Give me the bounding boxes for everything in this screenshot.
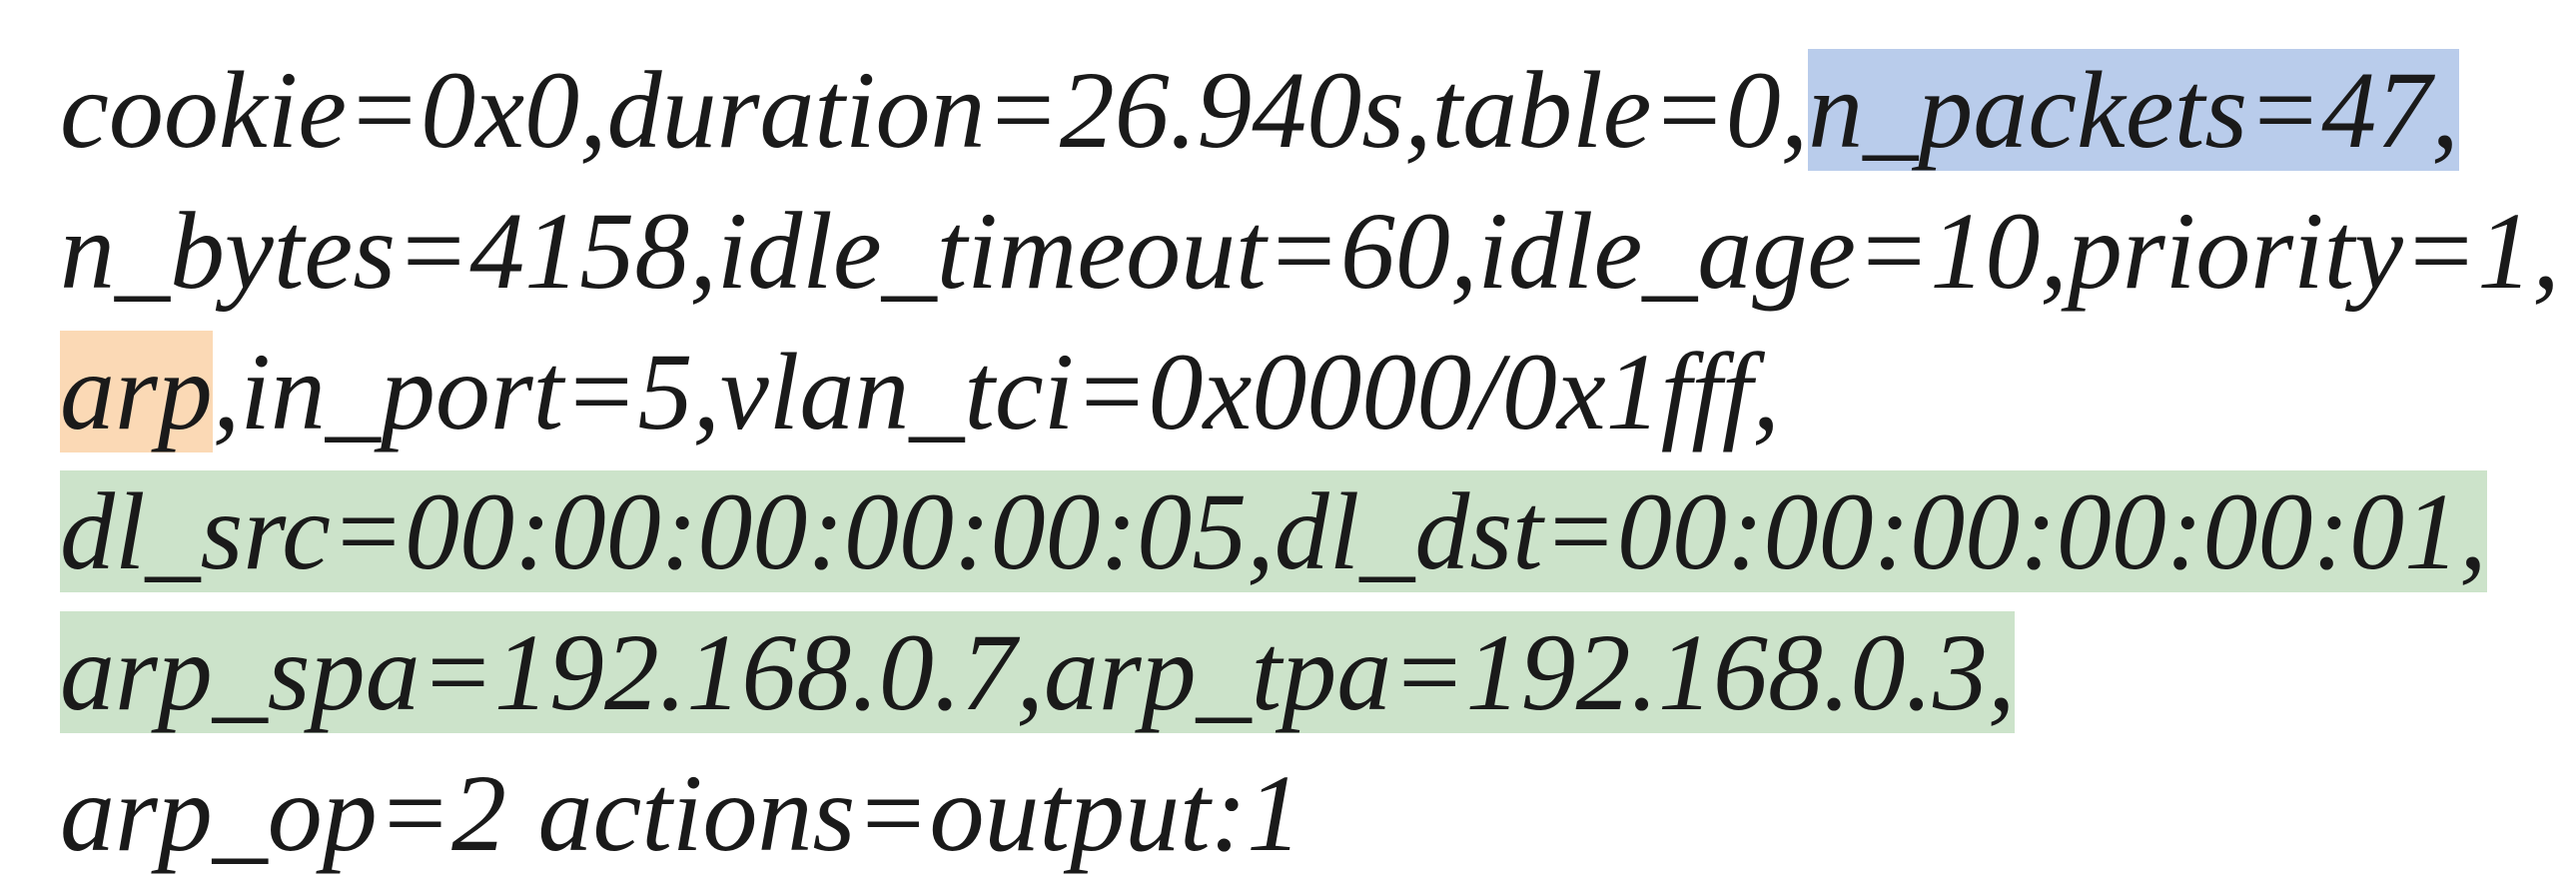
arp-protocol-highlight: arp <box>60 331 213 452</box>
flow-line-2: n_bytes=4158,idle_timeout=60,idle_age=10… <box>60 181 2516 322</box>
flow-line-5: arp_spa=192.168.0.7,arp_tpa=192.168.0.3, <box>60 602 2516 743</box>
flow-text-segment: n_bytes=4158,idle_timeout=60,idle_age=10… <box>60 190 2560 312</box>
flow-text-segment: cookie=0x0,duration=26.940s,table=0, <box>60 49 1808 171</box>
flow-line-6: arp_op=2 actions=output:1 <box>60 743 2516 884</box>
flow-line-3: arp,in_port=5,vlan_tci=0x0000/0x1fff, <box>60 322 2516 462</box>
n-packets-highlight: n_packets=47, <box>1808 49 2459 171</box>
mac-addresses-highlight: dl_src=00:00:00:00:00:05,dl_dst=00:00:00… <box>60 470 2487 592</box>
flow-line-1: cookie=0x0,duration=26.940s,table=0,n_pa… <box>60 40 2516 181</box>
flow-text-segment: arp_op=2 actions=output:1 <box>60 752 1301 874</box>
flow-text-segment: ,in_port=5,vlan_tci=0x0000/0x1fff, <box>213 331 1780 452</box>
arp-ip-addresses-highlight: arp_spa=192.168.0.7,arp_tpa=192.168.0.3, <box>60 611 2015 733</box>
openflow-flow-entry: cookie=0x0,duration=26.940s,table=0,n_pa… <box>60 40 2516 884</box>
flow-line-4: dl_src=00:00:00:00:00:05,dl_dst=00:00:00… <box>60 461 2516 602</box>
